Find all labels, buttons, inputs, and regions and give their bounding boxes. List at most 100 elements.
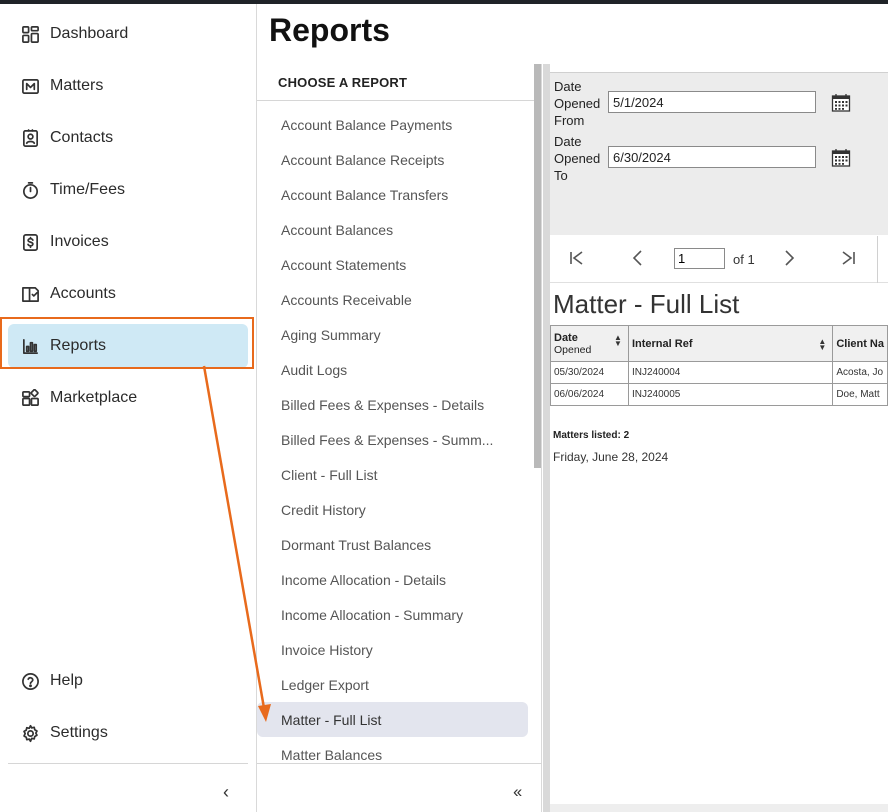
sort-icon[interactable]: ▲ ▼ xyxy=(614,334,622,348)
report-list-item[interactable]: Account Balances xyxy=(257,212,528,247)
dashboard-icon xyxy=(20,24,40,44)
sidebar-item-label: Help xyxy=(50,672,83,689)
page-count-label: of 1 xyxy=(733,252,755,267)
report-list-item[interactable]: Account Statements xyxy=(257,247,528,282)
label-line: Opened xyxy=(554,96,601,111)
label-line: Date xyxy=(554,79,582,94)
sidebar-item-invoices[interactable]: Invoices xyxy=(8,220,248,264)
page-number-input[interactable] xyxy=(674,248,725,269)
sidebar-item-label: Invoices xyxy=(50,233,109,250)
label-line: Opened xyxy=(554,151,601,166)
report-pager: of 1 xyxy=(550,236,888,283)
calendar-icon[interactable] xyxy=(831,148,851,167)
label-line: From xyxy=(554,113,585,128)
marketplace-icon xyxy=(20,388,40,408)
sidebar-item-label: Marketplace xyxy=(50,389,138,406)
report-list-item[interactable]: Account Balance Transfers xyxy=(257,177,528,212)
viewer-splitter[interactable] xyxy=(543,64,550,812)
column-header-client-name[interactable]: Client Na xyxy=(832,325,888,362)
sidebar-item-help[interactable]: Help xyxy=(8,659,248,703)
table-cell: INJ240005 xyxy=(627,383,834,406)
column-header-internal-ref[interactable]: Internal Ref ▲ ▼ xyxy=(627,325,834,362)
report-list-item[interactable]: Income Allocation - Details xyxy=(257,562,528,597)
page-title: Reports xyxy=(269,12,390,48)
report-list-item[interactable]: Account Balance Receipts xyxy=(257,142,528,177)
report-list-item[interactable]: Matter - Full List xyxy=(257,702,528,737)
label-line: Date xyxy=(554,134,582,149)
sidebar-item-dashboard[interactable]: Dashboard xyxy=(8,12,248,56)
date-opened-from-input[interactable] xyxy=(608,91,816,113)
table-cell: 06/06/2024 xyxy=(550,383,629,406)
next-page-icon[interactable] xyxy=(780,248,798,273)
report-viewer: Date Opened From Date Opened To of 1 xyxy=(543,64,888,812)
report-list-scrollbar[interactable] xyxy=(534,64,541,468)
report-list-divider xyxy=(257,763,542,764)
sidebar-item-marketplace[interactable]: Marketplace xyxy=(8,376,248,420)
table-row: 05/30/2024 INJ240004 Acosta, Jo xyxy=(550,361,888,384)
sidebar-item-contacts[interactable]: Contacts xyxy=(8,116,248,160)
table-cell: Doe, Matt xyxy=(832,383,888,406)
sidebar-item-label: Time/Fees xyxy=(50,181,125,198)
report-list-item[interactable]: Account Balance Payments xyxy=(257,107,528,142)
report-title: Matter - Full List xyxy=(553,289,740,319)
report-list-heading: CHOOSE A REPORT xyxy=(278,75,408,90)
first-page-icon[interactable] xyxy=(568,248,586,273)
sidebar-item-label: Contacts xyxy=(50,129,114,146)
report-list-item[interactable]: Billed Fees & Expenses - Summ... xyxy=(257,422,528,457)
report-list-panel: CHOOSE A REPORT Account Balance Payments… xyxy=(257,64,542,812)
viewer-horizontal-scrollbar[interactable] xyxy=(550,804,888,812)
report-list-item[interactable]: Invoice History xyxy=(257,632,528,667)
report-list-item[interactable]: Matter Balances xyxy=(257,737,528,772)
stopwatch-icon xyxy=(20,180,40,200)
collapse-report-list-button[interactable]: ‹‹ xyxy=(513,782,522,802)
sidebar-divider xyxy=(8,763,248,764)
column-header-date-opened[interactable]: Date Opened ▲ ▼ xyxy=(550,325,629,362)
header-label: Client Na xyxy=(836,337,884,350)
table-cell: 05/30/2024 xyxy=(550,361,629,384)
report-parameters: Date Opened From Date Opened To xyxy=(550,72,888,235)
report-list-item[interactable]: Billed Fees & Expenses - Details xyxy=(257,387,528,422)
reports-highlight-frame xyxy=(0,317,254,369)
date-opened-from-label: Date Opened From xyxy=(554,78,600,129)
sidebar-item-label: Matters xyxy=(50,77,104,94)
report-list-item[interactable]: Credit History xyxy=(257,492,528,527)
sort-icon[interactable]: ▲ ▼ xyxy=(818,338,826,352)
sidebar-item-label: Accounts xyxy=(50,285,116,302)
table-row: 06/06/2024 INJ240005 Doe, Matt xyxy=(550,383,888,406)
sidebar-item-label: Dashboard xyxy=(50,25,129,42)
sidebar-item-matters[interactable]: Matters xyxy=(8,64,248,108)
header-label: Internal Ref xyxy=(631,337,693,350)
sidebar-item-settings[interactable]: Settings xyxy=(8,711,248,755)
date-opened-to-input[interactable] xyxy=(608,146,816,168)
matters-listed-count: Matters listed: 2 xyxy=(553,430,630,441)
help-circle-icon xyxy=(20,671,40,691)
calendar-icon[interactable] xyxy=(831,93,851,112)
table-header-row: Date Opened ▲ ▼ Internal Ref ▲ ▼ Client Na xyxy=(550,325,888,362)
label-line: To xyxy=(554,168,568,183)
collapse-sidebar-button[interactable]: ‹ xyxy=(216,780,236,804)
report-list-header: CHOOSE A REPORT xyxy=(257,64,534,101)
report-list-item[interactable]: Aging Summary xyxy=(257,317,528,352)
last-page-icon[interactable] xyxy=(839,248,857,273)
report-date: Friday, June 28, 2024 xyxy=(553,450,669,464)
sidebar-item-label: Settings xyxy=(50,724,108,741)
report-list-item[interactable]: Income Allocation - Summary xyxy=(257,597,528,632)
date-opened-to-label: Date Opened To xyxy=(554,133,600,184)
table-cell: Acosta, Jo xyxy=(832,361,888,384)
report-list-item[interactable]: Audit Logs xyxy=(257,352,528,387)
report-table: Date Opened ▲ ▼ Internal Ref ▲ ▼ Client Na… xyxy=(550,325,888,406)
report-list-item[interactable]: Client - Full List xyxy=(257,457,528,492)
report-list-item[interactable]: Dormant Trust Balances xyxy=(257,527,528,562)
sidebar-item-accounts[interactable]: Accounts xyxy=(8,272,248,316)
ledger-book-icon xyxy=(20,284,40,304)
sidebar-item-time-fees[interactable]: Time/Fees xyxy=(8,168,248,212)
matters-icon xyxy=(20,76,40,96)
contacts-icon xyxy=(20,128,40,148)
sidebar: Dashboard Matters Contacts Time/Fees Inv… xyxy=(0,4,257,812)
previous-page-icon[interactable] xyxy=(629,248,647,273)
report-list-item[interactable]: Accounts Receivable xyxy=(257,282,528,317)
pager-divider xyxy=(877,236,878,283)
report-list-item[interactable]: Ledger Export xyxy=(257,667,528,702)
invoice-dollar-icon xyxy=(20,232,40,252)
gear-icon xyxy=(20,723,40,743)
